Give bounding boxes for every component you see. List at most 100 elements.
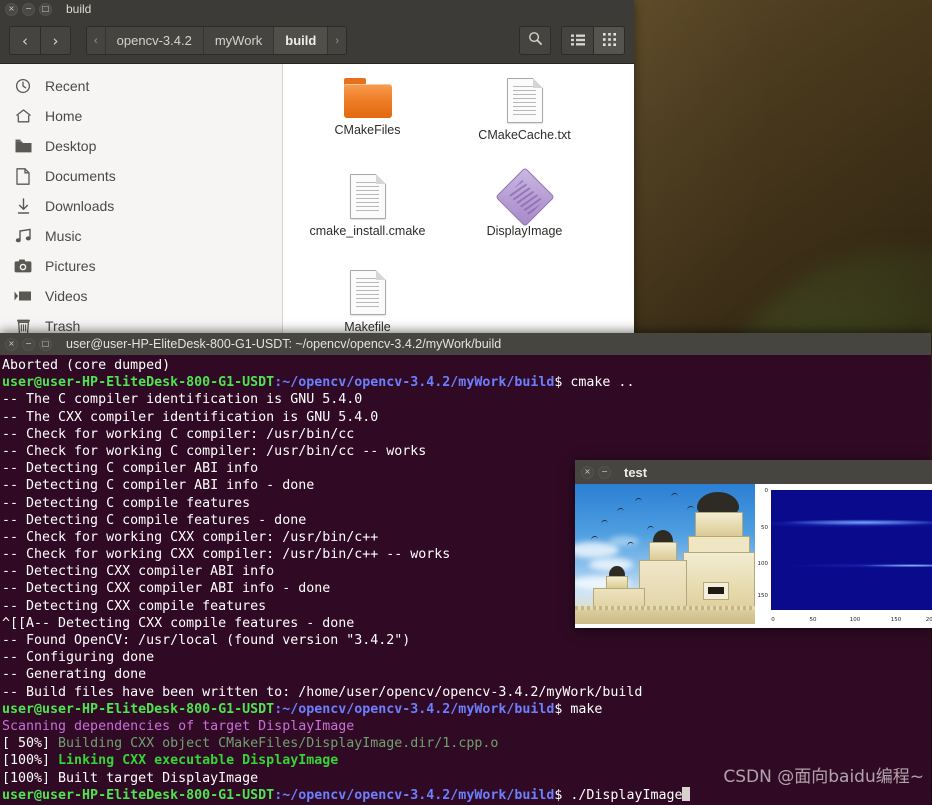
test-image-window: × − test 0 50 100 150 0 50 100 150 20 bbox=[575, 460, 932, 628]
sidebar-item-downloads[interactable]: Downloads bbox=[0, 191, 282, 221]
music-note-icon bbox=[14, 227, 32, 245]
terminal-line: [ 50%] Building CXX object CMakeFiles/Di… bbox=[2, 735, 931, 752]
terminal-text: -- The C compiler identification is GNU … bbox=[2, 392, 363, 408]
y-tick-label: 50 bbox=[761, 525, 768, 531]
sidebar-item-trash[interactable]: Trash bbox=[0, 311, 282, 333]
x-tick-label: 50 bbox=[809, 617, 817, 623]
terminal-titlebar[interactable]: × − □ user@user-HP-EliteDesk-800-G1-USDT… bbox=[0, 333, 931, 355]
minimize-icon[interactable]: − bbox=[22, 2, 35, 16]
sidebar-item-music[interactable]: Music bbox=[0, 221, 282, 251]
x-tick-label: 100 bbox=[849, 617, 861, 623]
terminal-window-controls: × − □ bbox=[5, 337, 52, 351]
terminal-text: -- Generating done bbox=[2, 667, 147, 683]
file-manager-body: Recent Home Desktop Documents Downloads … bbox=[0, 64, 634, 333]
minimize-icon[interactable]: − bbox=[598, 465, 611, 479]
terminal-text: -- Build files have been written to: /ho… bbox=[2, 684, 643, 700]
terminal-text: -- The CXX compiler identification is GN… bbox=[2, 409, 379, 425]
y-tick-label: 100 bbox=[757, 561, 769, 567]
sidebar-item-label: Pictures bbox=[45, 258, 96, 274]
terminal-text: [100%] bbox=[2, 753, 59, 769]
file-item-cmakecache[interactable]: CMakeCache.txt bbox=[446, 72, 603, 168]
terminal-text: -- Detecting C compiler ABI info bbox=[2, 461, 259, 477]
file-manager-titlebar[interactable]: × − □ build bbox=[0, 0, 634, 18]
terminal-text: -- Detecting C compiler ABI info - done bbox=[2, 478, 315, 494]
terminal-text: $ cmake .. bbox=[554, 375, 635, 391]
file-item-cmakefiles[interactable]: CMakeFiles bbox=[289, 72, 446, 168]
sidebar-item-pictures[interactable]: Pictures bbox=[0, 251, 282, 281]
breadcrumb: ‹ opencv-3.4.2 myWork build › bbox=[86, 26, 347, 55]
back-button[interactable]: ‹ bbox=[9, 26, 40, 55]
sidebar-item-videos[interactable]: Videos bbox=[0, 281, 282, 311]
breadcrumb-overflow-right[interactable]: › bbox=[328, 27, 346, 54]
close-icon[interactable]: × bbox=[581, 465, 594, 479]
terminal-text: -- Check for working C compiler: /usr/bi… bbox=[2, 426, 355, 442]
x-tick-label: 0 bbox=[771, 617, 775, 623]
test-window-titlebar[interactable]: × − test bbox=[575, 460, 932, 484]
histogram-plot: 0 50 100 150 0 50 100 150 200 bbox=[755, 484, 932, 628]
file-manager-sidebar: Recent Home Desktop Documents Downloads … bbox=[0, 64, 283, 333]
document-icon bbox=[506, 78, 543, 123]
test-window-body: 0 50 100 150 0 50 100 150 200 bbox=[575, 484, 932, 628]
terminal-line: -- The CXX compiler identification is GN… bbox=[2, 409, 931, 426]
file-manager-content: CMakeFiles CMakeCache.txt cmake_install.… bbox=[283, 64, 634, 333]
breadcrumb-overflow-left[interactable]: ‹ bbox=[87, 27, 106, 54]
terminal-line: -- Generating done bbox=[2, 666, 931, 683]
sidebar-item-label: Documents bbox=[45, 168, 116, 184]
forward-button[interactable]: › bbox=[40, 26, 71, 55]
file-label: CMakeFiles bbox=[334, 123, 401, 137]
close-icon[interactable]: × bbox=[5, 337, 18, 351]
terminal-line: -- Check for working C compiler: /usr/bi… bbox=[2, 443, 931, 460]
terminal-text: $ make bbox=[554, 701, 603, 717]
view-mode-group bbox=[561, 26, 625, 55]
file-item-displayimage[interactable]: DisplayImage bbox=[446, 166, 603, 264]
document-icon bbox=[14, 167, 32, 185]
terminal-text: user@user-HP-EliteDesk-800-G1-USDT bbox=[2, 787, 275, 803]
list-view-button[interactable] bbox=[561, 26, 593, 55]
terminal-text: :~/opencv/opencv-3.4.2/myWork/build bbox=[274, 375, 555, 391]
terminal-text: -- Detecting CXX compiler ABI info - don… bbox=[2, 581, 331, 597]
file-item-cmake-install[interactable]: cmake_install.cmake bbox=[289, 168, 446, 264]
terminal-text: -- Check for working C compiler: /usr/bi… bbox=[2, 443, 427, 459]
maximize-icon[interactable]: □ bbox=[39, 337, 52, 351]
terminal-text: -- Detecting C compile features - done bbox=[2, 512, 307, 528]
sidebar-item-recent[interactable]: Recent bbox=[0, 71, 282, 101]
grid-view-icon bbox=[602, 31, 616, 50]
breadcrumb-item-build[interactable]: build bbox=[274, 27, 329, 54]
terminal-line: user@user-HP-EliteDesk-800-G1-USDT:~/ope… bbox=[2, 786, 931, 804]
breadcrumb-item-mywork[interactable]: myWork bbox=[203, 27, 275, 54]
search-button[interactable] bbox=[519, 26, 551, 55]
terminal-line: user@user-HP-EliteDesk-800-G1-USDT:~/ope… bbox=[2, 701, 931, 718]
sidebar-item-label: Recent bbox=[45, 78, 90, 94]
terminal-cursor bbox=[682, 786, 691, 801]
file-label: cmake_install.cmake bbox=[309, 224, 426, 238]
sidebar-item-label: Videos bbox=[45, 288, 88, 304]
folder-icon bbox=[343, 78, 392, 118]
file-item-makefile[interactable]: Makefile bbox=[289, 264, 446, 333]
file-icon-grid: CMakeFiles CMakeCache.txt cmake_install.… bbox=[283, 72, 634, 333]
sidebar-item-label: Music bbox=[45, 228, 82, 244]
folder-icon bbox=[14, 137, 32, 155]
close-icon[interactable]: × bbox=[5, 2, 18, 16]
terminal-text: $ ./DisplayImage bbox=[554, 787, 683, 803]
file-manager-toolbar: ‹ › ‹ opencv-3.4.2 myWork build › bbox=[0, 18, 634, 64]
document-icon bbox=[349, 270, 386, 315]
terminal-text: -- Detecting C compile features bbox=[2, 495, 251, 511]
video-icon bbox=[14, 287, 32, 305]
download-icon bbox=[14, 197, 32, 215]
sidebar-item-home[interactable]: Home bbox=[0, 101, 282, 131]
terminal-line: -- Build files have been written to: /ho… bbox=[2, 684, 931, 701]
breadcrumb-item-opencv[interactable]: opencv-3.4.2 bbox=[105, 27, 204, 54]
sidebar-item-documents[interactable]: Documents bbox=[0, 161, 282, 191]
minimize-icon[interactable]: − bbox=[22, 337, 35, 351]
terminal-text: -- Check for working CXX compiler: /usr/… bbox=[2, 547, 451, 563]
x-tick-label: 150 bbox=[890, 617, 902, 623]
terminal-text: Linking CXX executable DisplayImage bbox=[58, 753, 339, 769]
file-manager-title: build bbox=[66, 2, 92, 16]
maximize-icon[interactable]: □ bbox=[39, 2, 52, 16]
home-icon bbox=[14, 107, 32, 125]
document-icon bbox=[349, 174, 386, 219]
terminal-text: -- Detecting CXX compiler ABI info bbox=[2, 564, 275, 580]
grid-view-button[interactable] bbox=[593, 26, 625, 55]
sidebar-item-desktop[interactable]: Desktop bbox=[0, 131, 282, 161]
terminal-text: -- Configuring done bbox=[2, 650, 155, 666]
